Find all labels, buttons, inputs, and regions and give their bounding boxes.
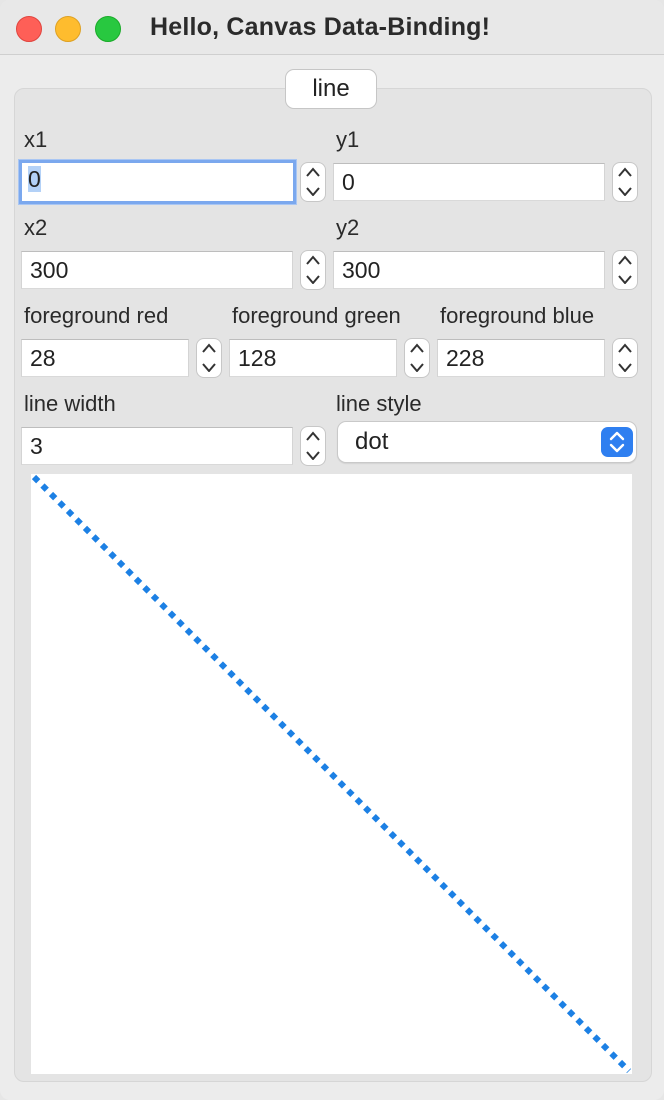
chevron-up-icon xyxy=(618,167,632,177)
chevron-up-icon xyxy=(306,255,320,265)
chevron-up-icon xyxy=(202,343,216,353)
x1-field[interactable]: 0 xyxy=(19,160,296,204)
drawing-canvas[interactable] xyxy=(31,474,632,1074)
foreground-red-decrement-button[interactable] xyxy=(197,358,221,377)
y1-decrement-button[interactable] xyxy=(613,182,637,201)
y1-label: y1 xyxy=(336,127,360,152)
chevron-up-icon xyxy=(410,343,424,353)
line-style-select[interactable]: dot xyxy=(337,421,637,463)
foreground-red-field[interactable]: 28 xyxy=(21,339,189,377)
x1-stepper[interactable] xyxy=(300,162,326,202)
foreground-blue-label: foreground blue xyxy=(440,303,595,328)
y2-decrement-button[interactable] xyxy=(613,270,637,289)
x2-field[interactable]: 300 xyxy=(21,251,293,289)
foreground-red-increment-button[interactable] xyxy=(197,339,221,358)
line-width-field[interactable]: 3 xyxy=(21,427,293,465)
foreground-blue-field[interactable]: 228 xyxy=(437,339,605,377)
foreground-blue-decrement-button[interactable] xyxy=(613,358,637,377)
foreground-green-increment-button[interactable] xyxy=(405,339,429,358)
line-width-decrement-button[interactable] xyxy=(301,446,325,465)
chevron-up-icon xyxy=(306,167,320,177)
foreground-red-stepper[interactable] xyxy=(196,338,222,378)
line-width-stepper[interactable] xyxy=(300,426,326,466)
chevron-down-icon xyxy=(306,275,320,284)
window-title: Hello, Canvas Data-Binding! xyxy=(150,13,491,41)
x1-label: x1 xyxy=(24,127,48,152)
chevron-down-icon xyxy=(618,187,632,196)
foreground-green-label: foreground green xyxy=(232,303,401,328)
chevron-down-icon xyxy=(306,451,320,460)
select-arrows-icon xyxy=(601,427,633,457)
x2-decrement-button[interactable] xyxy=(301,270,325,289)
canvas-line xyxy=(31,474,632,1074)
y2-label: y2 xyxy=(336,215,360,240)
line-width-label: line width xyxy=(24,391,116,416)
foreground-green-field[interactable]: 128 xyxy=(229,339,397,377)
x2-increment-button[interactable] xyxy=(301,251,325,270)
foreground-red-label: foreground red xyxy=(24,303,169,328)
title-bar: Hello, Canvas Data-Binding! xyxy=(0,0,664,55)
x2-label: x2 xyxy=(24,215,48,240)
x2-stepper[interactable] xyxy=(300,250,326,290)
y2-stepper[interactable] xyxy=(612,250,638,290)
chevron-down-icon xyxy=(306,187,320,196)
foreground-green-decrement-button[interactable] xyxy=(405,358,429,377)
line-width-increment-button[interactable] xyxy=(301,427,325,446)
zoom-window-button[interactable] xyxy=(95,16,121,42)
y1-field[interactable]: 0 xyxy=(333,163,605,201)
y1-stepper[interactable] xyxy=(612,162,638,202)
chevron-up-icon xyxy=(306,431,320,441)
line-style-value: dot xyxy=(355,428,389,455)
foreground-blue-increment-button[interactable] xyxy=(613,339,637,358)
line-style-label: line style xyxy=(336,391,422,416)
app-window: Hello, Canvas Data-Binding! line x1 0 y1… xyxy=(0,0,664,1100)
foreground-green-stepper[interactable] xyxy=(404,338,430,378)
y2-field[interactable]: 300 xyxy=(333,251,605,289)
tab-line[interactable]: line xyxy=(285,69,377,109)
chevron-down-icon xyxy=(618,363,632,372)
foreground-blue-stepper[interactable] xyxy=(612,338,638,378)
chevron-up-icon xyxy=(618,255,632,265)
chevron-down-icon xyxy=(618,275,632,284)
x1-value: 0 xyxy=(28,166,41,192)
chevron-down-icon xyxy=(410,363,424,372)
minimize-window-button[interactable] xyxy=(55,16,81,42)
y2-increment-button[interactable] xyxy=(613,251,637,270)
close-window-button[interactable] xyxy=(16,16,42,42)
x1-decrement-button[interactable] xyxy=(301,182,325,201)
chevron-up-icon xyxy=(618,343,632,353)
chevron-down-icon xyxy=(202,363,216,372)
x1-increment-button[interactable] xyxy=(301,163,325,182)
up-down-chevron-icon xyxy=(609,431,625,453)
y1-increment-button[interactable] xyxy=(613,163,637,182)
